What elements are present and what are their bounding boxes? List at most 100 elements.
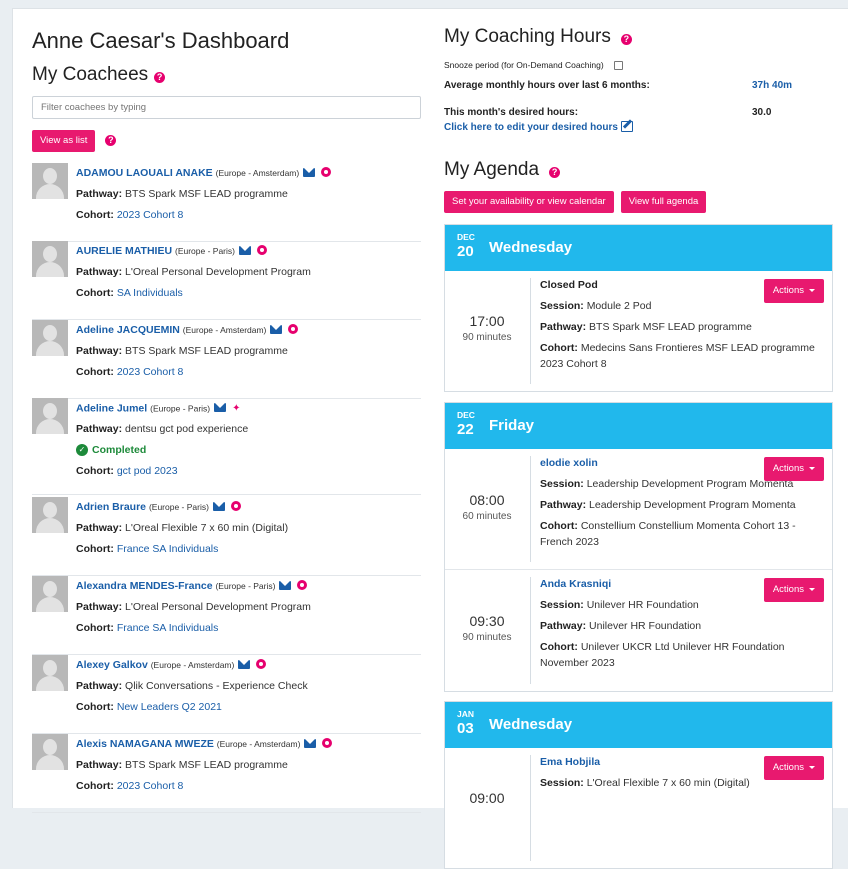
cohort-link[interactable]: gct pod 2023 bbox=[117, 465, 178, 477]
full-agenda-button[interactable]: View full agenda bbox=[620, 191, 707, 213]
envelope-icon[interactable] bbox=[212, 501, 225, 511]
day-number: 22 bbox=[457, 421, 474, 438]
envelope-icon[interactable] bbox=[238, 659, 251, 669]
cohort-label: Cohort: bbox=[540, 342, 578, 354]
agenda-day-card: DEC 22 Friday 08:00 60 minutes elodie xolin Se… bbox=[444, 402, 833, 692]
coachee-cohort: Cohort: 2023 Cohort 8 bbox=[76, 205, 420, 226]
day-weekday: Wednesday bbox=[489, 716, 573, 733]
target-icon bbox=[256, 245, 267, 256]
pathway-label: Pathway: bbox=[76, 759, 123, 771]
coachee-cohort: Cohort: 2023 Cohort 8 bbox=[76, 362, 420, 383]
coaching-hours-heading: My Coaching Hours bbox=[444, 26, 611, 47]
cohort-link[interactable]: New Leaders Q2 2021 bbox=[117, 701, 222, 713]
event-time: 08:00 bbox=[469, 491, 505, 508]
coachee-name[interactable]: Alexey Galkov bbox=[76, 659, 148, 671]
envelope-icon[interactable] bbox=[304, 738, 317, 748]
coachee-name-line: Adrien Braure (Europe - Paris) bbox=[76, 497, 420, 518]
filter-coachees-input[interactable] bbox=[32, 96, 421, 119]
cohort-label: Cohort: bbox=[76, 287, 114, 299]
pathway-value: dentsu gct pod experience bbox=[125, 423, 249, 436]
actions-button[interactable]: Actions bbox=[763, 578, 824, 602]
cohort-label: Cohort: bbox=[76, 622, 114, 634]
agenda-buttons: Set your availability or view calendar V… bbox=[444, 191, 707, 213]
coachee-name[interactable]: ADAMOU LAOUALI ANAKE bbox=[76, 167, 213, 179]
agenda-day-card: DEC 20 Wednesday 17:00 90 minutes Closed Pod S… bbox=[444, 224, 833, 392]
event-pathway: Pathway: Leadership Development Program … bbox=[540, 497, 824, 513]
snooze-checkbox[interactable] bbox=[613, 61, 623, 71]
session-label: Session: bbox=[540, 300, 584, 312]
cohort-label: Cohort: bbox=[76, 366, 114, 378]
cohort-link[interactable]: France SA Individuals bbox=[117, 543, 219, 555]
caret-down-icon bbox=[809, 288, 815, 292]
coachee-name[interactable]: Alexis NAMAGANA MWEZE bbox=[76, 738, 214, 750]
coachee-row: ADAMOU LAOUALI ANAKE (Europe - Amsterdam… bbox=[32, 163, 421, 242]
actions-label: Actions bbox=[772, 762, 804, 773]
coachee-name-line: Alexis NAMAGANA MWEZE (Europe - Amsterda… bbox=[76, 734, 420, 755]
cohort-value: Constellium Constellium Momenta Cohort 1… bbox=[540, 520, 796, 548]
cohort-link[interactable]: 2023 Cohort 8 bbox=[117, 780, 184, 792]
session-label: Session: bbox=[540, 777, 584, 789]
event-time: 09:00 bbox=[469, 790, 505, 806]
coachee-info: Alexandra MENDES-France (Europe - Paris)… bbox=[76, 576, 420, 639]
coachee-name[interactable]: Adeline Jumel bbox=[76, 402, 147, 414]
pathway-label: Pathway: bbox=[540, 499, 587, 511]
cohort-label: Cohort: bbox=[76, 209, 114, 221]
event-duration: 90 minutes bbox=[462, 332, 512, 343]
coachee-location: (Europe - Paris) bbox=[174, 246, 235, 256]
view-as-list-button[interactable]: View as list bbox=[32, 130, 96, 152]
day-number: 20 bbox=[457, 243, 474, 260]
envelope-icon[interactable] bbox=[279, 580, 292, 590]
coachee-pathway: Pathway: BTS Spark MSF LEAD programme bbox=[76, 755, 420, 776]
envelope-icon[interactable] bbox=[270, 324, 283, 334]
coachee-name-line: Alexey Galkov (Europe - Amsterdam) bbox=[76, 655, 420, 676]
edit-desired-hours-link[interactable]: Click here to edit your desired hours bbox=[444, 121, 633, 133]
coachee-row: Alexis NAMAGANA MWEZE (Europe - Amsterda… bbox=[32, 734, 421, 813]
cohort-link[interactable]: 2023 Cohort 8 bbox=[117, 366, 184, 378]
help-icon[interactable]: ? bbox=[549, 166, 561, 178]
agenda-day-header: DEC 22 Friday bbox=[445, 403, 832, 449]
coachee-name[interactable]: Adeline JACQUEMIN bbox=[76, 324, 180, 336]
actions-button[interactable]: Actions bbox=[763, 279, 824, 303]
actions-button[interactable]: Actions bbox=[763, 457, 824, 481]
cohort-label: Cohort: bbox=[76, 465, 114, 478]
coachee-name[interactable]: Alexandra MENDES-France bbox=[76, 580, 213, 592]
envelope-icon[interactable] bbox=[214, 403, 227, 412]
coachee-location: (Europe - Amsterdam) bbox=[216, 739, 301, 749]
event-duration: 60 minutes bbox=[462, 510, 512, 522]
pathway-value: Leadership Development Program Momenta bbox=[589, 499, 796, 511]
cohort-label: Cohort: bbox=[76, 780, 114, 792]
session-value: Leadership Development Program Momenta bbox=[586, 478, 794, 490]
event-divider bbox=[530, 456, 531, 562]
coachee-info: AURELIE MATHIEU (Europe - Paris) Pathway:… bbox=[76, 241, 420, 304]
avatar bbox=[32, 241, 68, 277]
cohort-link[interactable]: 2023 Cohort 8 bbox=[117, 209, 184, 221]
coachee-location: (Europe - Amsterdam) bbox=[182, 325, 267, 335]
day-weekday: Wednesday bbox=[489, 239, 573, 256]
caret-down-icon bbox=[809, 765, 815, 769]
actions-button[interactable]: Actions bbox=[763, 756, 824, 780]
pathway-label: Pathway: bbox=[76, 522, 123, 534]
envelope-icon[interactable] bbox=[238, 245, 251, 255]
event-divider bbox=[530, 755, 531, 861]
help-icon[interactable]: ? bbox=[105, 134, 117, 146]
coachee-row: Adrien Braure (Europe - Paris) Pathway: L… bbox=[32, 497, 421, 576]
coachee-info: ADAMOU LAOUALI ANAKE (Europe - Amsterdam… bbox=[76, 163, 420, 226]
pathway-value: BTS Spark MSF LEAD programme bbox=[125, 345, 288, 357]
help-icon[interactable]: ? bbox=[620, 33, 632, 45]
status-completed: Completed bbox=[92, 444, 147, 457]
coachee-cohort: Cohort: SA Individuals bbox=[76, 283, 420, 304]
avatar bbox=[32, 734, 68, 770]
cohort-link[interactable]: France SA Individuals bbox=[117, 622, 219, 634]
help-icon[interactable]: ? bbox=[154, 71, 166, 83]
day-month: JAN bbox=[457, 709, 475, 719]
cohort-link[interactable]: SA Individuals bbox=[117, 287, 183, 299]
coachee-name[interactable]: Adrien Braure bbox=[76, 501, 146, 513]
day-number: 03 bbox=[457, 720, 474, 737]
coachees-heading: My Coachees bbox=[32, 64, 149, 85]
envelope-icon[interactable] bbox=[303, 167, 316, 177]
availability-button[interactable]: Set your availability or view calendar bbox=[444, 191, 614, 213]
coachee-name[interactable]: AURELIE MATHIEU bbox=[76, 245, 172, 257]
coachee-name-line: Adeline Jumel (Europe - Paris) ✦ bbox=[76, 398, 420, 419]
agenda-day-card: JAN 03 Wednesday 09:00 Ema Hobjila Session: L… bbox=[444, 701, 833, 869]
snooze-label: Snooze period (for On-Demand Coaching) bbox=[444, 60, 604, 70]
